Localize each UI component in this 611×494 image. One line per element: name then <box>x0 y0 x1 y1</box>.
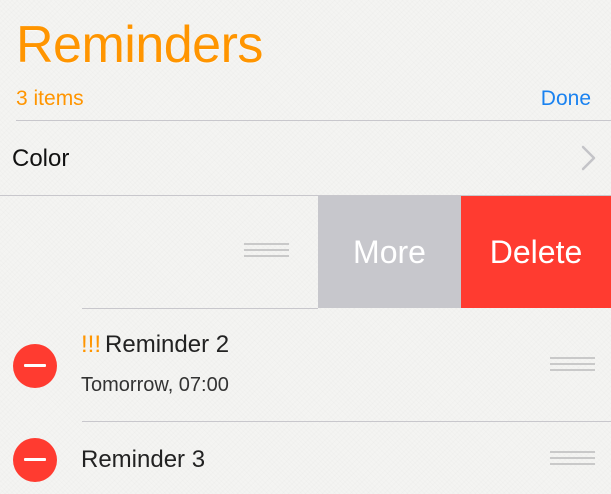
delete-button[interactable]: Delete <box>461 196 611 308</box>
reminder-title-line: !!! Reminder 2 <box>81 331 229 359</box>
delete-minus-button[interactable] <box>13 344 57 388</box>
swiped-reminder-row[interactable]: More Delete <box>0 196 611 308</box>
color-label: Color <box>12 145 70 172</box>
reminder-title: Reminder 3 <box>81 446 206 473</box>
reminder-due-date: Tomorrow, 07:00 <box>81 374 229 396</box>
color-row[interactable]: Color <box>0 121 611 195</box>
more-button[interactable]: More <box>318 196 461 308</box>
priority-indicator: !!! <box>81 331 102 358</box>
list-item[interactable]: Reminder 3 <box>0 422 611 494</box>
list-title: Reminders <box>16 16 263 74</box>
item-count: 3 items <box>16 87 84 110</box>
minus-icon <box>24 458 46 461</box>
chevron-right-icon <box>581 145 596 171</box>
reorder-handle-icon[interactable] <box>244 243 289 261</box>
reorder-handle-icon[interactable] <box>550 357 595 375</box>
done-button[interactable]: Done <box>541 86 591 112</box>
minus-icon <box>24 364 46 367</box>
list-item[interactable]: !!! Reminder 2 Tomorrow, 07:00 <box>0 309 611 421</box>
reorder-handle-icon[interactable] <box>550 451 595 469</box>
delete-minus-button[interactable] <box>13 438 57 482</box>
reminder-title: Reminder 2 <box>105 331 230 358</box>
